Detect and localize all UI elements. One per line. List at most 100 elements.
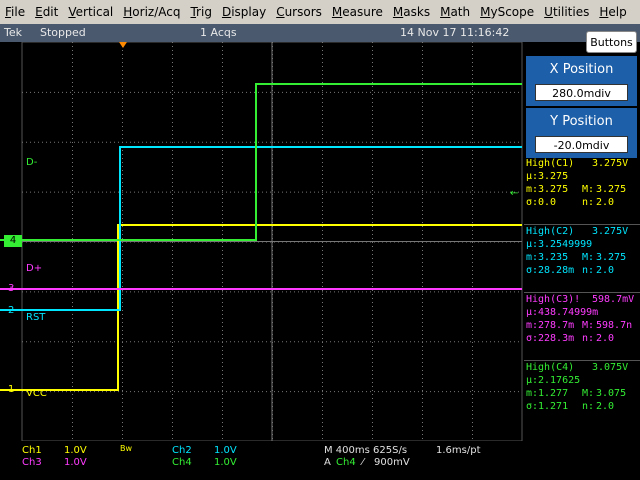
- measurement-c1[interactable]: High(C1) 3.275V µ: 3.275 m: 3.275 M: 3.275 σ: 0.0…: [524, 158, 640, 224]
- menu-cursors[interactable]: Cursors: [271, 5, 327, 19]
- measurement-c3[interactable]: High(C3)! 598.7mV µ: 438.74999m m: 278.7m M: 59…: [524, 294, 640, 360]
- ch4-label[interactable]: Ch4: [172, 457, 192, 468]
- menu-utilities[interactable]: Utilities: [539, 5, 594, 19]
- meas-M: 3.275: [596, 184, 627, 195]
- meas-value: 3.275V: [592, 226, 629, 237]
- ch2-scale[interactable]: 1.0V: [214, 445, 237, 456]
- meas-sigma: 228.3m: [538, 333, 575, 344]
- ch1-scale[interactable]: 1.0V: [64, 445, 87, 456]
- meas-m-label: m:: [526, 320, 539, 331]
- label-vcc: VCC: [26, 388, 47, 399]
- menu-horiz-acq[interactable]: Horiz/Acq: [118, 5, 185, 19]
- meas-M: 598.7n: [596, 320, 633, 331]
- brand-label: Tek: [4, 26, 22, 39]
- ch1-label[interactable]: Ch1: [22, 445, 42, 456]
- y-position-value[interactable]: -20.0mdiv: [535, 136, 628, 153]
- meas-sigma: 0.0: [538, 197, 557, 208]
- ch1-marker[interactable]: 1: [8, 384, 14, 395]
- ch4-marker[interactable]: 4: [4, 235, 22, 247]
- meas-mu-label: µ:: [526, 171, 539, 182]
- menu-myscope[interactable]: MyScope: [475, 5, 539, 19]
- menu-bar: File Edit Vertical Horiz/Acq Trig Display Curs…: [0, 0, 640, 24]
- x-position-value[interactable]: 280.0mdiv: [535, 84, 628, 101]
- label-d-minus: D-: [26, 157, 38, 168]
- ch3-marker[interactable]: 3: [8, 283, 14, 294]
- trigger-source[interactable]: Ch4: [336, 457, 356, 468]
- meas-n: 2.0: [596, 265, 615, 276]
- menu-help[interactable]: Help: [594, 5, 631, 19]
- meas-n-label: n:: [582, 401, 595, 412]
- trigger-level[interactable]: 900mV: [374, 457, 410, 468]
- meas-title: High(C3)!: [526, 294, 581, 305]
- meas-sigma-label: σ:: [526, 401, 539, 412]
- menu-masks[interactable]: Masks: [388, 5, 435, 19]
- ch3-scale[interactable]: 1.0V: [64, 457, 87, 468]
- label-rst: RST: [26, 312, 46, 323]
- meas-mu: 2.17625: [538, 375, 581, 386]
- meas-n-label: n:: [582, 265, 595, 276]
- bandwidth-label: Bw: [120, 444, 133, 453]
- waveform-display: [0, 42, 524, 441]
- meas-sigma-label: σ:: [526, 197, 539, 208]
- meas-separator: [524, 224, 640, 225]
- meas-mu: 438.74999m: [538, 307, 599, 318]
- y-position-panel[interactable]: Y Position -20.0mdiv: [526, 108, 637, 158]
- bottom-status: Ch1 1.0V Ch3 1.0V Bw Ch2 1.0V Ch4 1.0V M…: [0, 441, 640, 480]
- meas-M-label: M:: [582, 184, 595, 195]
- menu-file[interactable]: File: [0, 5, 30, 19]
- ch3-label[interactable]: Ch3: [22, 457, 42, 468]
- meas-title: High(C1): [526, 158, 575, 169]
- meas-m: 1.277: [538, 388, 569, 399]
- meas-sigma-label: σ:: [526, 265, 539, 276]
- menu-trig[interactable]: Trig: [185, 5, 216, 19]
- meas-mu: 3.275: [538, 171, 569, 182]
- acquisition-state: Stopped: [40, 26, 86, 39]
- meas-m-label: m:: [526, 184, 539, 195]
- menu-display[interactable]: Display: [217, 5, 271, 19]
- meas-m: 278.7m: [538, 320, 575, 331]
- meas-M-label: M:: [582, 320, 595, 331]
- meas-sigma-label: σ:: [526, 333, 539, 344]
- ch4-scale[interactable]: 1.0V: [214, 457, 237, 468]
- menu-measure[interactable]: Measure: [327, 5, 388, 19]
- meas-sigma: 28.28m: [538, 265, 575, 276]
- trigger-slope-icon: ⁄: [362, 457, 364, 468]
- ch2-label[interactable]: Ch2: [172, 445, 192, 456]
- meas-M: 3.275: [596, 252, 627, 263]
- x-position-title: X Position: [549, 62, 614, 77]
- sample-interval: 1.6ms/pt: [436, 445, 481, 456]
- meas-title: High(C4): [526, 362, 575, 373]
- ch2-marker[interactable]: 2: [8, 305, 14, 316]
- menu-math[interactable]: Math: [435, 5, 475, 19]
- meas-M: 3.075: [596, 388, 627, 399]
- meas-m-label: m:: [526, 388, 539, 399]
- meas-value: 3.275V: [592, 158, 629, 169]
- meas-sigma: 1.271: [538, 401, 569, 412]
- y-position-title: Y Position: [550, 114, 613, 129]
- meas-n: 2.0: [596, 333, 615, 344]
- measurement-c2[interactable]: High(C2) 3.275V µ: 3.2549999 m: 3.235 M: 3.275 σ…: [524, 226, 640, 292]
- meas-mu-label: µ:: [526, 375, 539, 386]
- meas-title: High(C2): [526, 226, 575, 237]
- trigger-prefix: A: [324, 457, 331, 468]
- meas-m-label: m:: [526, 252, 539, 263]
- meas-M-label: M:: [582, 388, 595, 399]
- meas-mu: 3.2549999: [538, 239, 593, 250]
- meas-mu-label: µ:: [526, 307, 539, 318]
- meas-n: 2.0: [596, 401, 615, 412]
- timebase-readout[interactable]: M 400ms 625S/s: [324, 445, 407, 456]
- meas-mu-label: µ:: [526, 239, 539, 250]
- x-position-panel[interactable]: X Position 280.0mdiv: [526, 56, 637, 106]
- meas-n: 2.0: [596, 197, 615, 208]
- measurement-c4[interactable]: High(C4) 3.075V µ: 2.17625 m: 1.277 M: 3.075 σ: 1…: [524, 362, 640, 428]
- label-d-plus: D+: [26, 263, 43, 274]
- buttons-button[interactable]: Buttons: [586, 31, 637, 53]
- meas-n-label: n:: [582, 333, 595, 344]
- acquisition-count: 1 Acqs: [200, 26, 237, 39]
- menu-edit[interactable]: Edit: [30, 5, 63, 19]
- meas-value: 598.7mV: [592, 294, 635, 305]
- meas-separator: [524, 360, 640, 361]
- menu-vertical[interactable]: Vertical: [63, 5, 118, 19]
- reference-arrow-icon: ←: [510, 188, 519, 199]
- meas-M-label: M:: [582, 252, 595, 263]
